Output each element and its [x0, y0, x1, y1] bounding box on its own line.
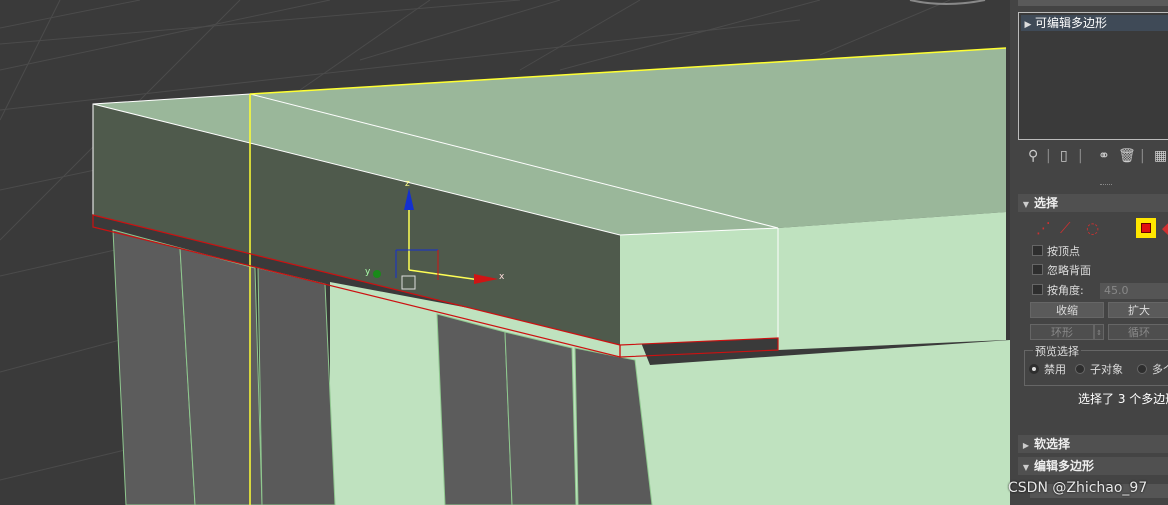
soft-selection-title: 软选择 — [1034, 437, 1071, 451]
viewport-scene[interactable]: z x y — [0, 0, 1010, 505]
modifier-list-dropdown[interactable] — [1018, 0, 1168, 6]
subobject-level-icons: ⋰ ⟋ ◌ ◆ — [1030, 218, 1168, 240]
panel-divider-grip[interactable] — [1100, 184, 1112, 187]
gizmo-x-label: x — [499, 272, 505, 282]
perspective-viewport[interactable]: z x y — [0, 0, 1010, 505]
pin-icon[interactable]: ⚲ — [1028, 148, 1038, 164]
angle-spinner[interactable]: 45.0 — [1100, 283, 1168, 299]
remove-modifier-icon[interactable]: 🗑 — [1118, 148, 1136, 164]
shrink-button[interactable]: 收缩 — [1030, 302, 1104, 318]
stack-toolbar: ⚲ | ▯ | ⚭ 🗑 | ▦ — [1028, 148, 1168, 164]
soft-selection-rollout-header[interactable]: ▶ 软选择 — [1018, 435, 1168, 453]
stack-item-label: 可编辑多边形 — [1035, 16, 1108, 30]
border-icon[interactable]: ◌ — [1086, 218, 1099, 238]
collapse-arrow-icon: ▼ — [1022, 463, 1030, 472]
preview-off-radio[interactable]: 禁用 — [1029, 362, 1066, 378]
ring-button[interactable]: 环形 — [1030, 324, 1094, 340]
app-root: z x y ▶ 可编辑多边形 ⚲ | ▯ | ⚭ 🗑 | ▦ ▼ 选择 ⋰ ⟋ … — [0, 0, 1168, 505]
ring-spinner-arrows[interactable]: ⇕ — [1094, 324, 1104, 340]
stack-item-editable-poly[interactable]: ▶ 可编辑多边形 — [1021, 15, 1168, 31]
selection-status-text: 选择了 3 个多边形 — [1078, 392, 1168, 406]
selection-rollout-title: 选择 — [1034, 196, 1059, 210]
preview-subobject-radio[interactable]: 子对象 — [1075, 362, 1123, 378]
edge-icon[interactable]: ⟋ — [1060, 218, 1071, 238]
grow-button[interactable]: 扩大 — [1108, 302, 1168, 318]
make-unique-icon[interactable]: ⚭ — [1098, 148, 1110, 164]
preview-selection-group: 预览选择 禁用 子对象 多个 — [1024, 343, 1168, 386]
by-angle-checkbox[interactable]: 按角度: — [1032, 283, 1084, 299]
show-end-result-icon[interactable]: ▯ — [1060, 148, 1068, 164]
gizmo-z-label: z — [405, 179, 410, 189]
edit-polygons-rollout-header[interactable]: ▼ 编辑多边形 — [1018, 457, 1168, 475]
configure-modifier-sets-icon[interactable]: ▦ — [1154, 148, 1167, 164]
polygon-icon[interactable] — [1136, 218, 1156, 238]
command-panel: ▶ 可编辑多边形 ⚲ | ▯ | ⚭ 🗑 | ▦ ▼ 选择 ⋰ ⟋ ◌ ◆ 按顶点 … — [1010, 0, 1168, 505]
by-vertex-checkbox[interactable]: 按顶点 — [1032, 244, 1080, 260]
ignore-backfacing-checkbox[interactable]: 忽略背面 — [1032, 263, 1091, 279]
loop-button[interactable]: 循环 — [1108, 324, 1168, 340]
watermark: CSDN @Zhichao_97 — [1008, 480, 1148, 496]
preview-selection-title: 预览选择 — [1033, 343, 1081, 359]
preview-multi-radio[interactable]: 多个 — [1137, 362, 1168, 378]
expand-arrow-icon: ▶ — [1022, 441, 1030, 450]
vertex-icon[interactable]: ⋰ — [1036, 218, 1051, 238]
modifier-stack[interactable]: ▶ 可编辑多边形 — [1018, 12, 1168, 140]
selection-rollout-header[interactable]: ▼ 选择 — [1018, 194, 1168, 212]
expand-triangle-icon[interactable]: ▶ — [1021, 17, 1035, 33]
element-icon[interactable]: ◆ — [1162, 218, 1168, 238]
slab-side-face — [620, 228, 778, 345]
edit-polygons-title: 编辑多边形 — [1034, 459, 1095, 473]
gizmo-y-label: y — [365, 267, 371, 277]
wall-face — [650, 340, 1010, 505]
collapse-arrow-icon: ▼ — [1022, 200, 1030, 209]
